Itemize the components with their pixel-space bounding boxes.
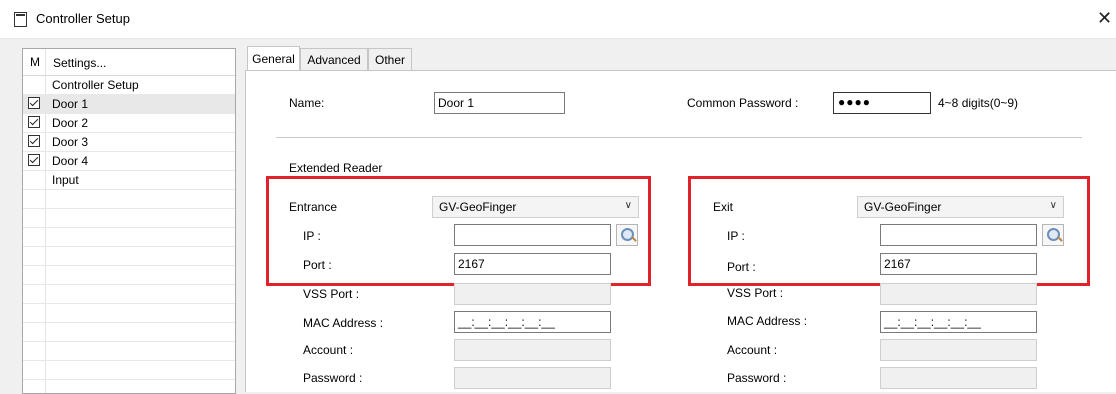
entrance-vss-port-label: VSS Port : bbox=[303, 287, 360, 301]
close-icon[interactable]: ✕ bbox=[1097, 8, 1112, 29]
entrance-mac-label: MAC Address : bbox=[303, 316, 384, 330]
extended-reader-label: Extended Reader bbox=[289, 161, 383, 175]
chevron-down-icon: ∨ bbox=[1049, 200, 1057, 211]
search-icon-handle bbox=[631, 236, 637, 242]
title-bar: Controller Setup ✕ bbox=[0, 0, 1116, 39]
exit-vss-port-input bbox=[880, 283, 1037, 305]
tree-empty-row bbox=[23, 323, 235, 342]
tree-empty-row bbox=[23, 247, 235, 266]
entrance-account-input bbox=[454, 339, 611, 361]
checkbox-icon[interactable] bbox=[28, 97, 40, 109]
tree-header: M Settings... bbox=[23, 49, 235, 76]
entrance-reader-select[interactable]: GV-GeoFinger ∨ bbox=[432, 196, 639, 218]
settings-tree[interactable]: M Settings... Controller Setup Door 1 Do… bbox=[22, 48, 236, 394]
tree-empty-row bbox=[23, 285, 235, 304]
tree-item-door-4[interactable]: Door 4 bbox=[23, 152, 235, 171]
tree-item-door-2[interactable]: Door 2 bbox=[23, 114, 235, 133]
exit-password-label: Password : bbox=[727, 371, 787, 385]
common-password-label: Common Password : bbox=[687, 96, 799, 110]
exit-password-input bbox=[880, 367, 1037, 389]
entrance-search-button[interactable] bbox=[616, 224, 638, 246]
exit-reader-select[interactable]: GV-GeoFinger ∨ bbox=[857, 196, 1064, 218]
entrance-ip-label: IP : bbox=[303, 229, 321, 243]
exit-ip-input[interactable] bbox=[880, 224, 1037, 246]
tree-item-door-3[interactable]: Door 3 bbox=[23, 133, 235, 152]
entrance-port-label: Port : bbox=[303, 258, 332, 272]
exit-mac-input[interactable]: __:__:__:__:__:__ bbox=[880, 311, 1037, 333]
common-password-input[interactable]: ●●●● bbox=[833, 92, 931, 114]
entrance-reader-value: GV-GeoFinger bbox=[439, 200, 517, 214]
tree-item-label: Door 4 bbox=[52, 154, 89, 168]
tree-item-label: Door 1 bbox=[52, 97, 89, 111]
tab-advanced[interactable]: Advanced bbox=[300, 48, 368, 70]
entrance-password-input bbox=[454, 367, 611, 389]
tree-item-label: Controller Setup bbox=[52, 78, 139, 92]
exit-account-input bbox=[880, 339, 1037, 361]
tree-item-label: Door 2 bbox=[52, 116, 89, 130]
tree-item-label: Input bbox=[52, 173, 79, 187]
name-input[interactable]: Door 1 bbox=[434, 92, 565, 114]
tree-item-input[interactable]: Input bbox=[23, 171, 235, 190]
exit-account-label: Account : bbox=[727, 343, 778, 357]
tree-empty-row bbox=[23, 342, 235, 361]
password-hint: 4~8 digits(0~9) bbox=[938, 96, 1019, 110]
column-settings-header[interactable]: Settings... bbox=[53, 56, 106, 70]
checkbox-icon[interactable] bbox=[28, 135, 40, 147]
tree-empty-row bbox=[23, 361, 235, 380]
exit-ip-label: IP : bbox=[727, 229, 745, 243]
checkbox-icon[interactable] bbox=[28, 154, 40, 166]
tree-item-label: Door 3 bbox=[52, 135, 89, 149]
tab-general[interactable]: General bbox=[247, 46, 300, 70]
entrance-ip-input[interactable] bbox=[454, 224, 611, 246]
tree-item-controller-setup[interactable]: Controller Setup bbox=[23, 76, 235, 95]
entrance-account-label: Account : bbox=[303, 343, 354, 357]
tree-empty-row bbox=[23, 190, 235, 209]
entrance-password-label: Password : bbox=[303, 371, 363, 385]
entrance-vss-port-input bbox=[454, 283, 611, 305]
search-icon-handle bbox=[1057, 236, 1063, 242]
name-label: Name: bbox=[289, 96, 325, 110]
entrance-mac-input[interactable]: __:__:__:__:__:__ bbox=[454, 311, 611, 333]
tree-empty-row bbox=[23, 266, 235, 285]
entrance-label: Entrance bbox=[289, 200, 338, 214]
exit-port-input[interactable]: 2167 bbox=[880, 253, 1037, 275]
tree-empty-row bbox=[23, 228, 235, 247]
tab-other[interactable]: Other bbox=[368, 48, 412, 70]
exit-search-button[interactable] bbox=[1042, 224, 1064, 246]
exit-mac-label: MAC Address : bbox=[727, 314, 808, 328]
tree-empty-row bbox=[23, 209, 235, 228]
exit-vss-port-label: VSS Port : bbox=[727, 286, 784, 300]
window-icon bbox=[14, 12, 27, 27]
exit-port-label: Port : bbox=[727, 260, 756, 274]
divider bbox=[276, 137, 1082, 138]
tree-empty-row bbox=[23, 304, 235, 323]
window-title: Controller Setup bbox=[36, 11, 130, 26]
column-m-header: M bbox=[30, 55, 40, 69]
checkbox-icon[interactable] bbox=[28, 116, 40, 128]
exit-reader-value: GV-GeoFinger bbox=[864, 200, 942, 214]
entrance-port-input[interactable]: 2167 bbox=[454, 253, 611, 275]
chevron-down-icon: ∨ bbox=[624, 200, 632, 211]
exit-label: Exit bbox=[713, 200, 734, 214]
tree-item-door-1[interactable]: Door 1 bbox=[23, 95, 235, 114]
